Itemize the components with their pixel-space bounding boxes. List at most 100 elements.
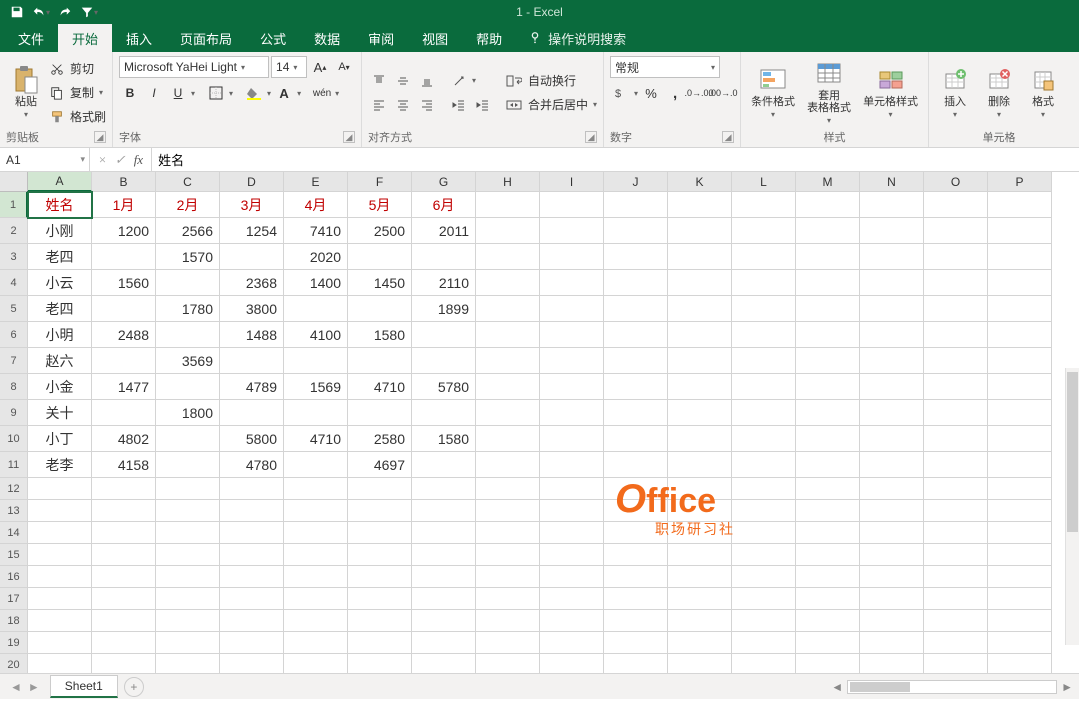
align-top-icon[interactable] [368,70,390,92]
cell-I10[interactable] [540,426,604,452]
cell-O1[interactable] [924,192,988,218]
cell-N8[interactable] [860,374,924,400]
cell-C9[interactable]: 1800 [156,400,220,426]
align-right-icon[interactable] [416,94,438,116]
cell-O9[interactable] [924,400,988,426]
cell-N16[interactable] [860,566,924,588]
cell-O6[interactable] [924,322,988,348]
cell-B10[interactable]: 4802 [92,426,156,452]
cell-E2[interactable]: 7410 [284,218,348,244]
cell-O14[interactable] [924,522,988,544]
cell-L12[interactable] [732,478,796,500]
cell-N11[interactable] [860,452,924,478]
col-header-M[interactable]: M [796,172,860,192]
cell-L8[interactable] [732,374,796,400]
cell-C20[interactable] [156,654,220,673]
cell-E9[interactable] [284,400,348,426]
cell-O19[interactable] [924,632,988,654]
cell-F5[interactable] [348,296,412,322]
cell-B13[interactable] [92,500,156,522]
cell-A17[interactable] [28,588,92,610]
cell-L10[interactable] [732,426,796,452]
cell-E8[interactable]: 1569 [284,374,348,400]
align-center-icon[interactable] [392,94,414,116]
cell-I20[interactable] [540,654,604,673]
cell-K16[interactable] [668,566,732,588]
enter-formula-icon[interactable]: ✓ [115,152,126,168]
cell-B4[interactable]: 1560 [92,270,156,296]
cell-M12[interactable] [796,478,860,500]
cell-I15[interactable] [540,544,604,566]
sheet-tab-1[interactable]: Sheet1 [50,675,118,698]
cell-L19[interactable] [732,632,796,654]
row-header-18[interactable]: 18 [0,610,28,632]
cell-G14[interactable] [412,522,476,544]
cell-N14[interactable] [860,522,924,544]
cell-P18[interactable] [988,610,1052,632]
cell-A8[interactable]: 小金 [28,374,92,400]
format-cells-button[interactable]: 格式▾ [1023,64,1063,121]
cell-C18[interactable] [156,610,220,632]
cell-F1[interactable]: 5月 [348,192,412,218]
italic-button[interactable]: I [143,82,165,104]
cell-J3[interactable] [604,244,668,270]
cell-L4[interactable] [732,270,796,296]
cell-L14[interactable] [732,522,796,544]
cell-N7[interactable] [860,348,924,374]
cell-P16[interactable] [988,566,1052,588]
cell-D7[interactable] [220,348,284,374]
decrease-indent-icon[interactable] [448,94,470,116]
cell-F19[interactable] [348,632,412,654]
cell-N19[interactable] [860,632,924,654]
cell-A4[interactable]: 小云 [28,270,92,296]
cell-E5[interactable] [284,296,348,322]
cell-K1[interactable] [668,192,732,218]
sheet-nav[interactable]: ◄► [0,680,50,694]
cell-P8[interactable] [988,374,1052,400]
cell-M13[interactable] [796,500,860,522]
row-header-17[interactable]: 17 [0,588,28,610]
cell-F8[interactable]: 4710 [348,374,412,400]
align-middle-icon[interactable] [392,70,414,92]
cell-N5[interactable] [860,296,924,322]
cell-N15[interactable] [860,544,924,566]
cell-C5[interactable]: 1780 [156,296,220,322]
cell-H16[interactable] [476,566,540,588]
cell-I3[interactable] [540,244,604,270]
cell-L1[interactable] [732,192,796,218]
cell-J1[interactable] [604,192,668,218]
cell-P3[interactable] [988,244,1052,270]
number-format-combo[interactable]: 常规▾ [610,56,720,78]
accounting-format-icon[interactable]: $ [610,82,632,104]
cell-O8[interactable] [924,374,988,400]
cell-M10[interactable] [796,426,860,452]
cell-I5[interactable] [540,296,604,322]
cell-L2[interactable] [732,218,796,244]
cell-D20[interactable] [220,654,284,673]
cell-D3[interactable] [220,244,284,270]
cell-C8[interactable] [156,374,220,400]
cell-A13[interactable] [28,500,92,522]
save-icon[interactable] [6,1,28,23]
cell-D4[interactable]: 2368 [220,270,284,296]
row-header-2[interactable]: 2 [0,218,28,244]
cell-D14[interactable] [220,522,284,544]
cell-J2[interactable] [604,218,668,244]
tab-help[interactable]: 帮助 [462,24,516,52]
cell-J14[interactable] [604,522,668,544]
cell-P12[interactable] [988,478,1052,500]
cell-C11[interactable] [156,452,220,478]
cell-N2[interactable] [860,218,924,244]
cell-H13[interactable] [476,500,540,522]
row-header-12[interactable]: 12 [0,478,28,500]
cell-B18[interactable] [92,610,156,632]
cell-H10[interactable] [476,426,540,452]
cell-A11[interactable]: 老李 [28,452,92,478]
cell-E7[interactable] [284,348,348,374]
row-header-15[interactable]: 15 [0,544,28,566]
phonetic-button[interactable]: wén [311,82,333,104]
row-header-8[interactable]: 8 [0,374,28,400]
cell-J8[interactable] [604,374,668,400]
cell-C1[interactable]: 2月 [156,192,220,218]
cell-G2[interactable]: 2011 [412,218,476,244]
